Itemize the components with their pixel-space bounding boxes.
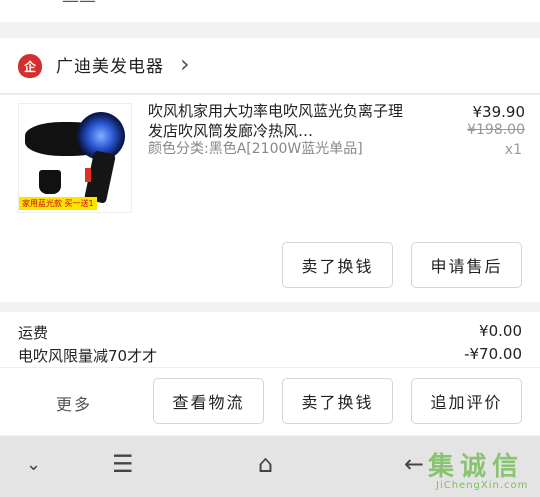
nozzle-attachment: [39, 170, 61, 194]
shipping-fee-row: 运费 ¥0.00: [18, 322, 522, 344]
product-price: ¥39.90: [472, 103, 526, 121]
watermark-text: 集诚信: [428, 452, 525, 482]
menu-icon[interactable]: ☰: [112, 450, 134, 478]
apply-after-sale-button[interactable]: 申请售后: [411, 242, 522, 288]
previous-section-strip: ——: [0, 0, 540, 22]
original-price: ¥198.00: [467, 122, 525, 138]
power-switch: [85, 168, 91, 182]
chevron-right-icon[interactable]: ›: [180, 50, 190, 78]
shop-name[interactable]: 广迪美发电器: [56, 52, 164, 77]
fee-value: -¥70.00: [464, 345, 522, 363]
fee-summary: 运费 ¥0.00 电吹风限量减70才才 -¥70.00: [0, 312, 540, 367]
thumbnail-promo-label: 家用蓝光款 买一送1: [19, 197, 97, 210]
order-actions-bar: 更多 查看物流 卖了换钱 追加评价: [0, 367, 540, 435]
add-review-button[interactable]: 追加评价: [411, 378, 522, 424]
discount-row: 电吹风限量减70才才 -¥70.00: [18, 345, 522, 367]
chevron-down-icon[interactable]: ⌄: [26, 454, 41, 475]
sell-for-cash-button[interactable]: 卖了换钱: [282, 378, 393, 424]
fee-label: 电吹风限量减70才才: [18, 347, 158, 365]
watermark-logo: 集诚信 JiChengXin.com: [426, 446, 536, 494]
product-thumbnail[interactable]: 家用蓝光款 买一送1: [18, 103, 132, 213]
back-arrow-icon[interactable]: ←: [404, 450, 424, 478]
fee-label: 运费: [18, 324, 49, 342]
more-button[interactable]: 更多: [56, 391, 92, 415]
product-title[interactable]: 吹风机家用大功率电吹风蓝光负离子理发店吹风筒发廊冷热风…: [148, 101, 404, 141]
order-item[interactable]: 家用蓝光款 买一送1 吹风机家用大功率电吹风蓝光负离子理发店吹风筒发廊冷热风… …: [0, 95, 540, 302]
product-quantity: x1: [504, 142, 522, 158]
system-nav-bar: ⌄ ☰ ⌂ ← 集诚信 JiChengXin.com: [0, 436, 540, 497]
view-logistics-button[interactable]: 查看物流: [153, 378, 264, 424]
watermark-url: JiChengXin.com: [436, 480, 529, 491]
shop-logo-icon: 企: [18, 54, 42, 78]
shop-header[interactable]: 企 广迪美发电器 ›: [0, 38, 540, 94]
sell-for-cash-button[interactable]: 卖了换钱: [282, 242, 393, 288]
product-variant: 颜色分类:黑色A[2100W蓝光单品]: [148, 141, 363, 157]
fee-value: ¥0.00: [479, 322, 522, 340]
truncated-text: ——: [62, 0, 96, 11]
home-icon[interactable]: ⌂: [258, 450, 273, 478]
